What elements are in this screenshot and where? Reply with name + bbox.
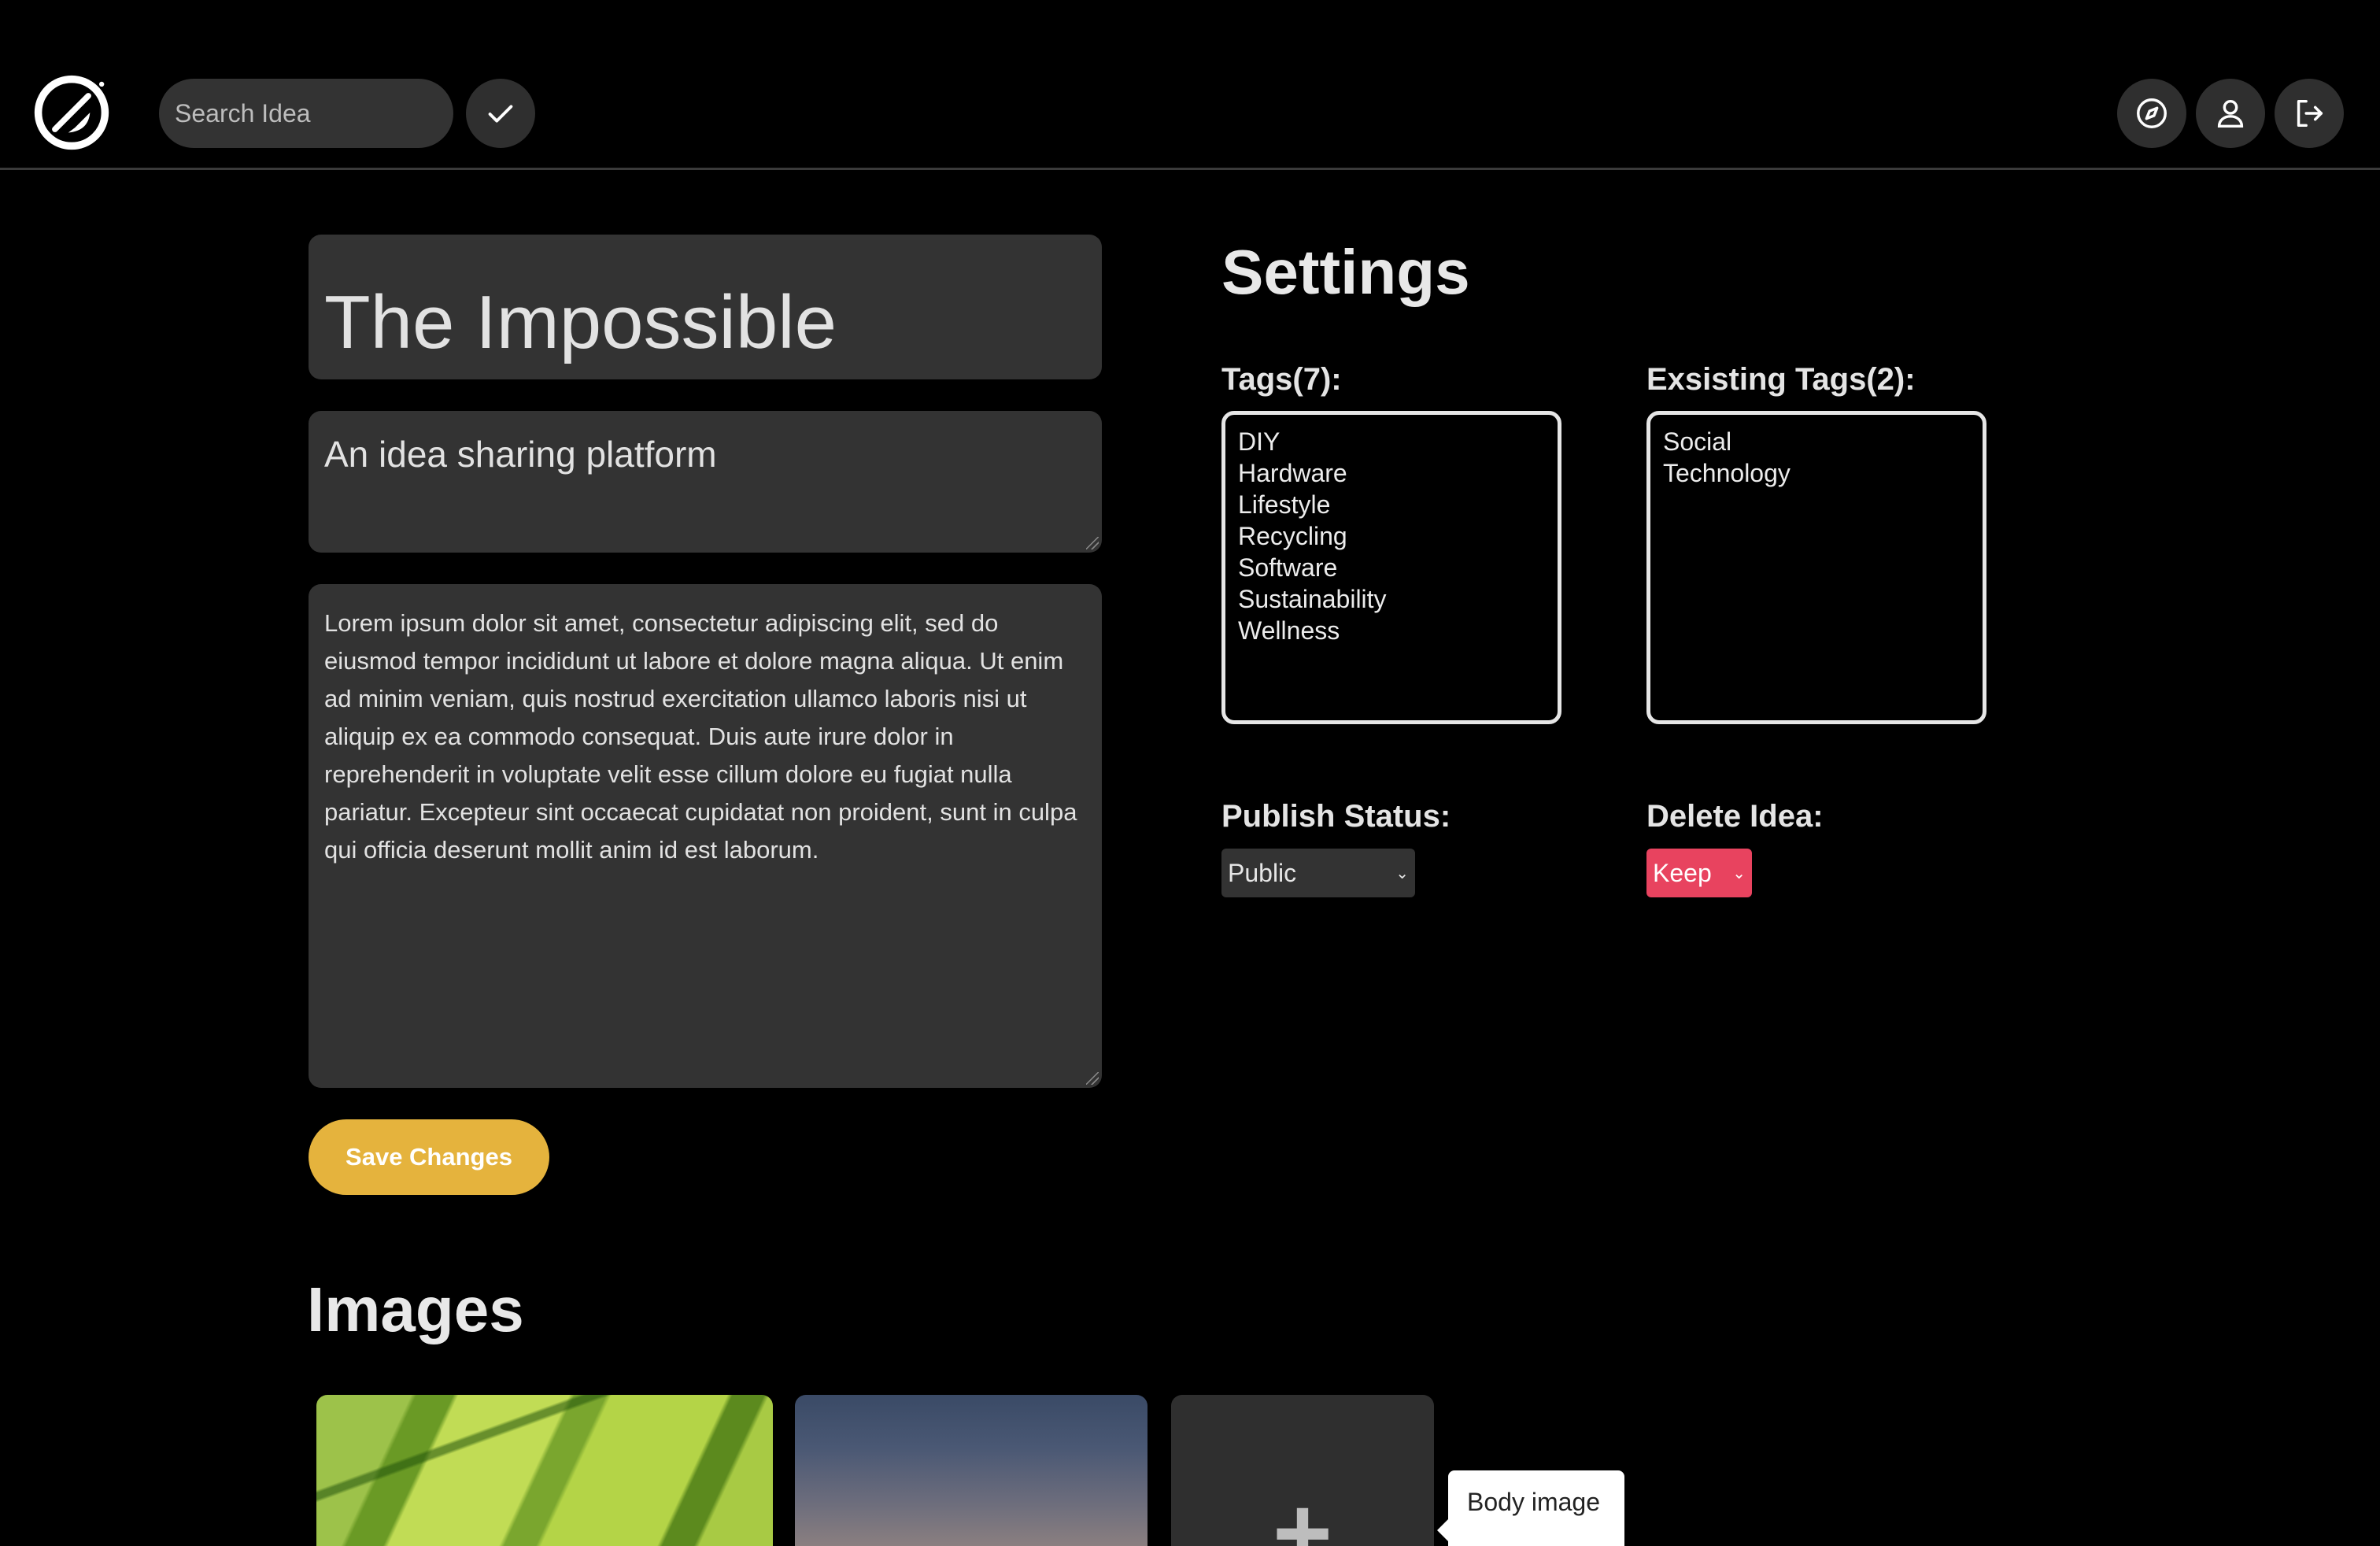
delete-idea-value: Keep [1653, 858, 1712, 887]
top-bar [0, 0, 2380, 170]
user-icon [2217, 99, 2244, 128]
tag-option[interactable]: Software [1238, 552, 1545, 583]
tag-option[interactable]: DIY [1238, 426, 1545, 457]
add-image-button[interactable]: + [1171, 1395, 1434, 1546]
explore-button[interactable] [2117, 79, 2186, 148]
check-icon [488, 105, 513, 123]
profile-button[interactable] [2196, 79, 2265, 148]
save-changes-button[interactable]: Save Changes [309, 1119, 549, 1195]
idea-title-input[interactable] [309, 235, 1102, 379]
tag-option[interactable]: Lifestyle [1238, 489, 1545, 520]
chevron-down-icon: ⌄ [1395, 864, 1409, 882]
image-thumbnail[interactable] [316, 1395, 773, 1546]
idea-body-textarea[interactable]: Lorem ipsum dolor sit amet, consectetur … [309, 584, 1102, 1088]
submit-search-button[interactable] [466, 79, 535, 148]
images-heading: Images [307, 1274, 524, 1344]
tags-label: Tags(7): [1221, 362, 1342, 397]
tag-option[interactable]: Recycling [1238, 520, 1545, 552]
tag-option[interactable]: Sustainability [1238, 583, 1545, 615]
compass-icon [2137, 98, 2167, 128]
tag-option[interactable]: Hardware [1238, 457, 1545, 489]
delete-idea-select[interactable]: Keep ⌄ [1646, 849, 1752, 897]
tooltip-body-image: Body image [1437, 1470, 1624, 1546]
settings-heading: Settings [1221, 237, 1470, 307]
idea-subtitle-textarea[interactable]: An idea sharing platform [309, 411, 1102, 553]
tag-option[interactable]: Wellness [1238, 615, 1545, 646]
existing-tag-option[interactable]: Technology [1663, 457, 1970, 489]
image-thumbnail[interactable] [795, 1395, 1148, 1546]
publish-status-value: Public [1228, 858, 1297, 887]
existing-tags-list[interactable]: Social Technology [1646, 411, 1986, 724]
chevron-down-icon: ⌄ [1732, 864, 1746, 882]
tags-list[interactable]: DIY Hardware Lifestyle Recycling Softwar… [1221, 411, 1561, 724]
existing-tag-option[interactable]: Social [1663, 426, 1970, 457]
logout-icon [2297, 99, 2323, 128]
existing-tags-label: Exsisting Tags(2): [1646, 362, 1916, 397]
delete-idea-label: Delete Idea: [1646, 799, 1824, 834]
plus-icon: + [1273, 1475, 1332, 1546]
publish-status-select[interactable]: Public ⌄ [1221, 849, 1415, 897]
logo-icon[interactable] [30, 71, 113, 154]
search-input[interactable] [159, 79, 453, 148]
resize-handle[interactable] [1086, 1072, 1099, 1085]
logout-button[interactable] [2275, 79, 2344, 148]
resize-handle[interactable] [1086, 537, 1099, 549]
publish-status-label: Publish Status: [1221, 799, 1451, 834]
